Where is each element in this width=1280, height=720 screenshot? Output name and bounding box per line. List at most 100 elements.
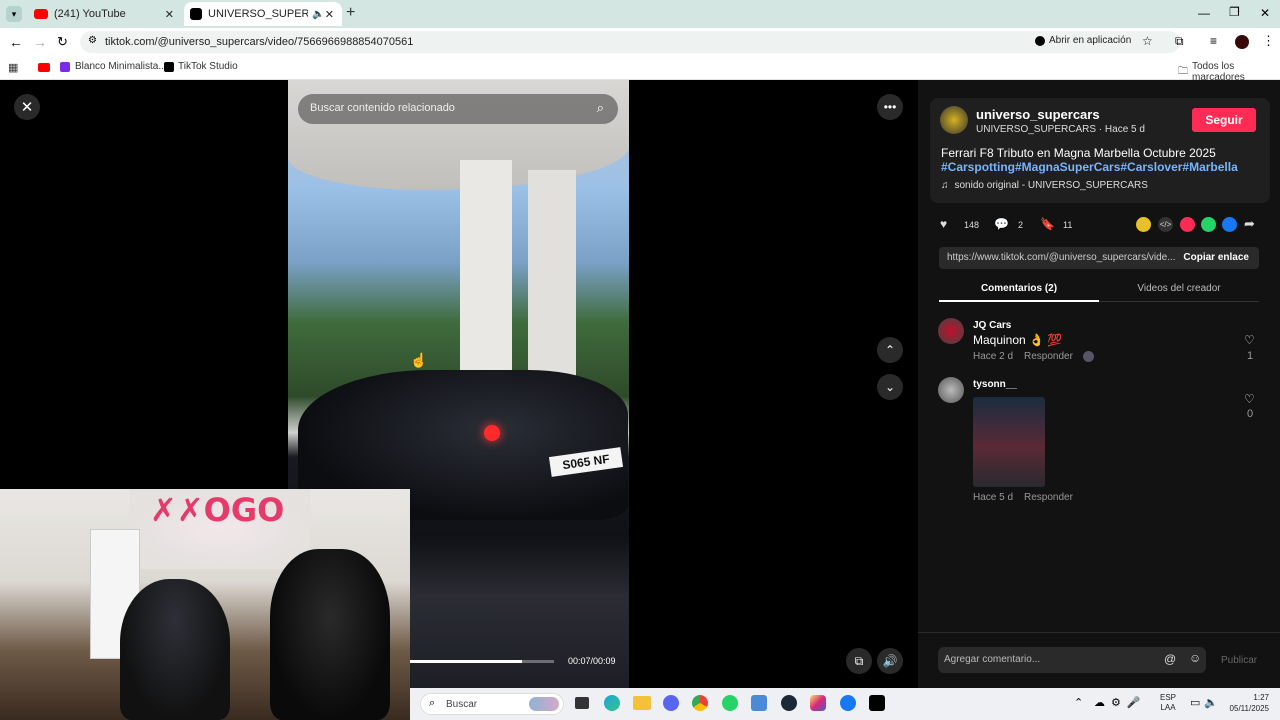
graffiti-text: ✗✗OGO (150, 491, 285, 529)
volume-icon: 🔊 (882, 654, 898, 668)
steam-icon[interactable] (781, 695, 797, 711)
comment-username[interactable]: JQ Cars (973, 320, 1011, 331)
reply-button[interactable]: Responder (1024, 351, 1073, 362)
media-icon[interactable]: ≡ (1210, 34, 1217, 48)
ellipsis-icon: ••• (883, 100, 897, 114)
tab-tiktok[interactable]: UNIVERSO_SUPERCARS (@ 🔈 ✕ (184, 2, 342, 26)
clock[interactable]: 1:27 05/11/2025 (1225, 692, 1269, 714)
embed-icon[interactable]: </> (1158, 217, 1173, 232)
tab-comments[interactable]: Comentarios (2) (939, 278, 1099, 302)
comment-image[interactable] (973, 397, 1045, 487)
file-explorer-icon[interactable] (633, 696, 651, 710)
forward-icon[interactable]: → (33, 34, 47, 50)
whatsapp-icon[interactable] (722, 695, 738, 711)
heart-outline-icon[interactable]: ♡ (1244, 392, 1255, 406)
bookmark-icon[interactable]: 🔖 (1040, 217, 1055, 231)
youtube-bookmark-icon[interactable] (38, 63, 50, 72)
network-volume-icons[interactable]: ▭🔈 (1190, 696, 1222, 709)
taskbar: ⌕ Buscar ⌃ ☁⚙🎤 ESP LAA ▭🔈 1:27 05/11/202… (410, 688, 1280, 720)
tray-chevron-icon[interactable]: ⌃ (1074, 696, 1083, 709)
progress-track[interactable] (410, 660, 554, 663)
bookmark-tiktok-studio[interactable]: TikTok Studio (164, 61, 238, 72)
reload-icon[interactable]: ↻ (57, 34, 68, 50)
tiktok-icon[interactable] (869, 695, 885, 711)
post-hashtags[interactable]: #Carspotting#MagnaSuperCars#Carslover#Ma… (941, 160, 1238, 174)
close-window-button[interactable]: ✕ (1260, 6, 1270, 20)
taskbar-search[interactable]: ⌕ Buscar (420, 693, 564, 715)
whatsapp-icon[interactable] (1201, 217, 1216, 232)
omnibox[interactable]: ⚙ tiktok.com/@universo_supercars/video/7… (80, 31, 1180, 53)
more-options-button[interactable]: ••• (877, 94, 903, 120)
gate-pillar (528, 170, 576, 400)
heart-icon[interactable]: ♥ (940, 217, 947, 231)
tab-creator-videos[interactable]: Videos del creador (1099, 278, 1259, 302)
share-icon[interactable]: ➦ (1244, 216, 1255, 232)
facebook-icon[interactable] (840, 695, 856, 711)
apps-icon[interactable]: ▦ (8, 61, 18, 74)
volume-button[interactable]: 🔊 (877, 648, 903, 674)
close-video-button[interactable]: ✕ (14, 94, 40, 120)
previous-video-button[interactable]: ⌃ (877, 337, 903, 363)
close-icon[interactable]: ✕ (325, 8, 334, 21)
task-view-icon[interactable] (575, 697, 589, 709)
progress-fill (410, 660, 523, 663)
pip-icon: ⧉ (854, 653, 864, 668)
star-icon[interactable]: ☆ (1142, 34, 1153, 48)
more-icon[interactable]: ⋮ (1262, 33, 1275, 49)
avatar[interactable] (938, 377, 964, 403)
creator-username[interactable]: universo_supercars (976, 107, 1100, 122)
site-info-icon[interactable]: ⚙ (88, 35, 97, 46)
new-tab-button[interactable]: + (346, 4, 355, 22)
clock-date: 05/11/2025 (1229, 704, 1269, 713)
tab-title: (241) YouTube (54, 8, 126, 20)
edge-icon[interactable] (604, 695, 620, 711)
search-highlight-icon (529, 697, 559, 711)
bookmark-blanco[interactable]: Blanco Minimalista... (60, 61, 167, 72)
follow-button[interactable]: Seguir (1192, 108, 1256, 132)
tiktok-icon (164, 61, 174, 72)
heart-outline-icon[interactable]: ♡ (1244, 333, 1255, 347)
avatar[interactable] (940, 106, 968, 134)
emoji-icon[interactable]: ☺ (1189, 651, 1201, 665)
coin-icon[interactable] (1136, 217, 1151, 232)
tab-youtube[interactable]: (241) YouTube ✕ (28, 2, 180, 26)
webcam-overlay: ✗✗OGO (0, 489, 410, 720)
tab-menu-button[interactable]: ▾ (6, 6, 22, 22)
save-count: 11 (1063, 220, 1073, 230)
chrome-icon[interactable] (692, 695, 708, 711)
pip-button[interactable]: ⧉ (846, 648, 872, 674)
comment-icon[interactable]: 💬 (994, 217, 1009, 231)
minimize-button[interactable]: — (1198, 6, 1210, 20)
facebook-icon[interactable] (1222, 217, 1237, 232)
reply-button[interactable]: Responder (1024, 492, 1073, 503)
discord-icon[interactable] (663, 695, 679, 711)
comment-username[interactable]: tysonn__ (973, 379, 1017, 390)
bookmark-label: TikTok Studio (178, 61, 238, 72)
snipping-tool-icon[interactable] (751, 695, 767, 711)
instagram-icon[interactable] (810, 695, 826, 711)
copy-link-button[interactable]: Copiar enlace (1183, 252, 1249, 263)
search-related-field[interactable]: Buscar contenido relacionado ⌕ (298, 94, 618, 124)
post-link[interactable]: https://www.tiktok.com/@universo_superca… (947, 252, 1176, 263)
send-icon[interactable] (1180, 217, 1195, 232)
comment-input[interactable]: Agregar comentario... @ ☺ (938, 647, 1206, 673)
mention-icon[interactable]: @ (1164, 652, 1176, 666)
close-icon[interactable]: ✕ (165, 8, 174, 21)
tray-icons[interactable]: ☁⚙🎤 (1094, 696, 1147, 709)
avatar[interactable] (938, 318, 964, 344)
sound-label: sonido original - UNIVERSO_SUPERCARS (954, 180, 1148, 191)
restore-button[interactable]: ❐ (1229, 5, 1240, 19)
person (120, 579, 230, 720)
language-indicator[interactable]: ESP LAA (1160, 693, 1176, 713)
next-video-button[interactable]: ⌄ (877, 374, 903, 400)
back-icon[interactable]: ← (9, 34, 23, 50)
avatar[interactable] (1235, 35, 1249, 49)
search-icon[interactable]: ⌕ (597, 100, 604, 116)
publish-button[interactable]: Publicar (1221, 655, 1257, 666)
sound-row[interactable]: ♫ sonido original - UNIVERSO_SUPERCARS (941, 180, 1148, 191)
extensions-icon[interactable]: ⧉ (1175, 34, 1184, 49)
comment-text: Maquinon 👌 💯 (973, 333, 1063, 347)
speaker-icon[interactable]: 🔈 (312, 9, 324, 20)
post-sidebar: universo_supercars UNIVERSO_SUPERCARS · … (918, 80, 1280, 688)
open-in-app-button[interactable]: Abrir en aplicación (1035, 35, 1131, 46)
